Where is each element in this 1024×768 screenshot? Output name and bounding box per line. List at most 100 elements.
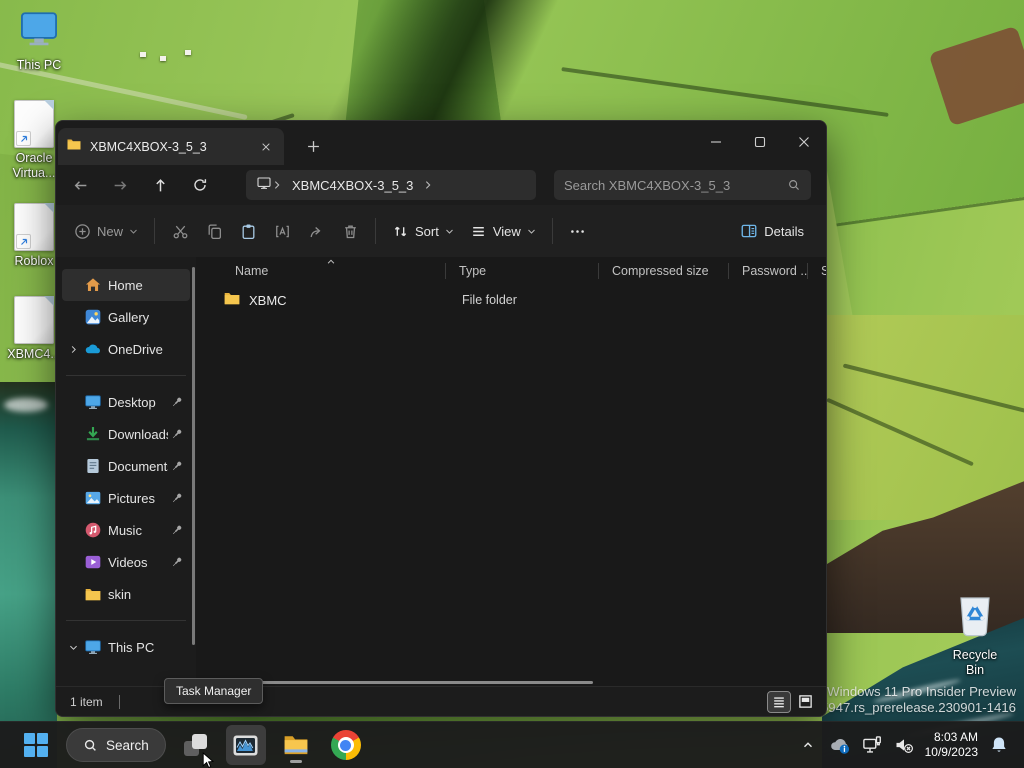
task-manager-icon: [233, 735, 258, 755]
taskbar-file-explorer[interactable]: [276, 725, 316, 765]
item-count: 1 item: [70, 694, 103, 709]
sidebar-item-documents[interactable]: Documents: [62, 450, 190, 482]
start-button[interactable]: [16, 725, 56, 765]
wallpaper-house: [185, 50, 191, 55]
share-button[interactable]: [299, 214, 333, 248]
new-button[interactable]: New: [66, 217, 146, 246]
column-header-type[interactable]: Type: [445, 257, 598, 285]
sidebar-item-gallery[interactable]: Gallery: [62, 301, 190, 333]
sidebar-item-videos[interactable]: Videos: [62, 546, 190, 578]
taskbar-chrome[interactable]: [326, 725, 366, 765]
search-placeholder: Search XBMC4XBOX-3_5_3: [564, 177, 731, 193]
chevron-down-icon: [130, 229, 137, 234]
breadcrumb-path[interactable]: XBMC4XBOX-3_5_3: [292, 178, 413, 193]
chrome-icon: [330, 730, 361, 760]
notifications-bell-icon[interactable]: [988, 734, 1010, 756]
details-pane-label: Details: [764, 223, 804, 239]
taskbar-search[interactable]: Search: [66, 728, 166, 762]
sidebar-item-music[interactable]: Music: [62, 514, 190, 546]
wallpaper-house: [160, 56, 166, 61]
pin-icon: [168, 523, 186, 537]
breadcrumb-chevron-icon[interactable]: [423, 180, 433, 190]
sidebar-scrollbar[interactable]: [192, 267, 195, 645]
details-view-toggle[interactable]: [767, 690, 791, 713]
pin-icon: [168, 459, 186, 473]
copy-button[interactable]: [197, 214, 231, 248]
sidebar-item-pictures[interactable]: Pictures: [62, 482, 190, 514]
maximize-button[interactable]: [738, 121, 782, 163]
sort-button[interactable]: Sort: [384, 217, 462, 246]
cut-button[interactable]: [163, 214, 197, 248]
refresh-button[interactable]: [184, 169, 216, 201]
desktop-icon: [82, 393, 104, 411]
sidebar-item-this-pc[interactable]: This PC: [62, 631, 190, 663]
folder-icon: [82, 585, 104, 603]
file-type: File folder: [462, 293, 517, 307]
tab-close-button[interactable]: [256, 137, 276, 157]
column-header-size[interactable]: Size: [807, 257, 826, 285]
explorer-tab[interactable]: XBMC4XBOX-3_5_3: [58, 128, 284, 165]
new-button-label: New: [97, 223, 124, 239]
column-header-compressed-size[interactable]: Compressed size: [598, 257, 728, 285]
file-list-pane: NameTypeCompressed sizePassword ...Size …: [196, 257, 826, 686]
network-tray-icon[interactable]: [861, 734, 883, 756]
rename-button[interactable]: [265, 214, 299, 248]
taskbar-task-manager[interactable]: [225, 725, 266, 765]
home-icon: [82, 276, 104, 294]
sidebar-item-label: Documents: [108, 458, 168, 474]
desktop-icon-xbmc4[interactable]: XBMC4...: [6, 296, 62, 362]
minimize-button[interactable]: [694, 121, 738, 163]
sidebar-item-home[interactable]: Home: [62, 269, 190, 301]
onedrive-tray-icon[interactable]: [829, 734, 851, 756]
column-header-name[interactable]: Name: [196, 257, 445, 285]
column-header-password-[interactable]: Password ...: [728, 257, 807, 285]
sidebar-item-skin[interactable]: skin: [62, 578, 190, 610]
taskbar-tooltip: Task Manager: [164, 678, 264, 704]
shortcut-page-icon: [14, 100, 54, 148]
back-button[interactable]: [64, 169, 96, 201]
wallpaper-house: [140, 52, 146, 57]
sidebar-item-label: Desktop: [108, 394, 156, 410]
file-explorer-icon: [284, 736, 308, 755]
paste-button[interactable]: [231, 214, 265, 248]
desktop-icon-oracle-virtualbox[interactable]: Oracle Virtua...: [6, 100, 62, 181]
up-button[interactable]: [144, 169, 176, 201]
hidden-icons-chevron[interactable]: [797, 734, 819, 756]
desktop-icon-this-pc[interactable]: This PC: [8, 8, 70, 73]
window-close-button[interactable]: [782, 121, 826, 163]
delete-button[interactable]: [333, 214, 367, 248]
taskbar-search-label: Search: [106, 737, 149, 753]
desktop-icon-recycle-bin[interactable]: Recycle Bin: [944, 592, 1006, 678]
sidebar-item-desktop[interactable]: Desktop: [62, 386, 190, 418]
forward-button[interactable]: [104, 169, 136, 201]
details-pane-button[interactable]: Details: [732, 216, 812, 246]
chevron-down-icon[interactable]: [64, 642, 82, 653]
clock-time: 8:03 AM: [933, 730, 978, 744]
screen: This PC Oracle Virtua... Roblox XBMC4...…: [0, 0, 1024, 768]
search-box[interactable]: Search XBMC4XBOX-3_5_3: [554, 170, 811, 200]
volume-muted-tray-icon[interactable]: [893, 734, 915, 756]
file-row-xbmc[interactable]: XBMC File folder: [196, 285, 826, 315]
desktop-icon-label: Recycle Bin: [952, 648, 998, 677]
large-thumbnails-toggle[interactable]: [794, 692, 816, 712]
pin-icon: [168, 427, 186, 441]
clock-date: 10/9/2023: [924, 745, 978, 759]
desktop-icon-roblox[interactable]: Roblox: [6, 203, 62, 269]
search-icon: [789, 180, 799, 190]
navigation-bar: XBMC4XBOX-3_5_3 Search XBMC4XBOX-3_5_3: [56, 165, 826, 205]
taskbar-clock[interactable]: 8:03 AM 10/9/2023: [925, 730, 978, 760]
pin-icon: [168, 555, 186, 569]
chevron-right-icon[interactable]: [64, 344, 82, 355]
view-button[interactable]: View: [462, 217, 544, 246]
wallpaper-field: [818, 315, 1024, 520]
title-bar[interactable]: XBMC4XBOX-3_5_3: [56, 121, 826, 166]
new-tab-button[interactable]: [300, 133, 326, 159]
breadcrumb-this-pc-icon: [256, 175, 272, 196]
horizontal-scrollbar[interactable]: [251, 681, 593, 684]
address-bar[interactable]: XBMC4XBOX-3_5_3: [246, 170, 536, 200]
recycle-bin-icon: [953, 597, 997, 644]
more-options-button[interactable]: [561, 214, 595, 248]
sidebar-item-downloads[interactable]: Downloads: [62, 418, 190, 450]
shortcut-arrow-icon: [16, 234, 31, 249]
sidebar-item-onedrive[interactable]: OneDrive: [62, 333, 190, 365]
